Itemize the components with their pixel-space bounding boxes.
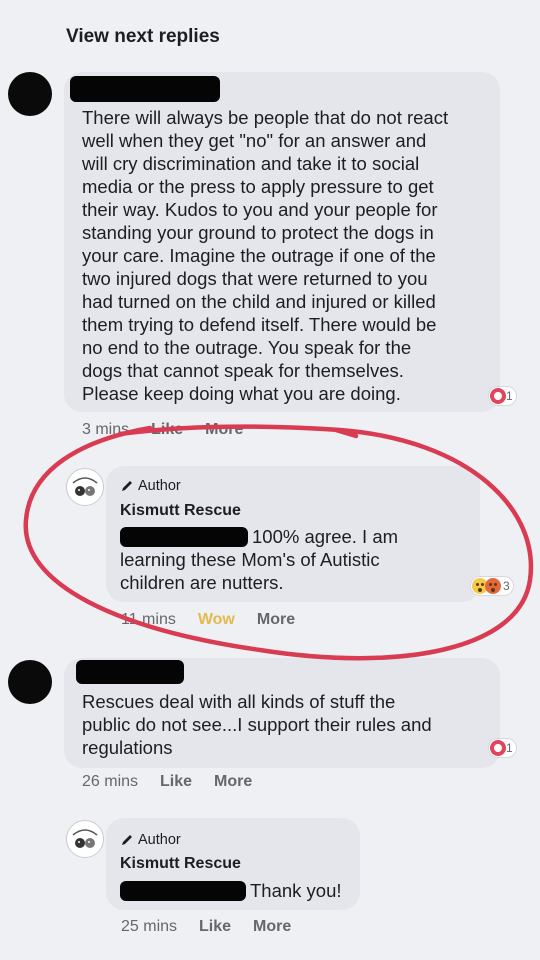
reply-time[interactable]: 11 mins bbox=[121, 611, 176, 629]
comment-line: well when they get "no" for an answer an… bbox=[82, 130, 427, 151]
reply-line: Thank you! bbox=[250, 880, 342, 901]
reply-actions: 25 mins Like More bbox=[121, 918, 291, 936]
love-reaction-icon bbox=[490, 740, 506, 756]
kismutt-avatar[interactable] bbox=[66, 468, 104, 506]
reaction-count: 1 bbox=[506, 741, 513, 755]
reply-time[interactable]: 25 mins bbox=[121, 918, 177, 936]
comment-line: regulations bbox=[82, 737, 173, 758]
dog-logo-icon bbox=[72, 829, 98, 848]
comment-time[interactable]: 3 mins bbox=[82, 421, 129, 439]
love-reaction-icon bbox=[490, 388, 506, 404]
author-label: Author bbox=[138, 478, 181, 494]
pencil-icon bbox=[122, 481, 132, 491]
author-badge: Author bbox=[120, 478, 181, 494]
kismutt-avatar[interactable] bbox=[66, 820, 104, 858]
comment-line: standing your ground to protect the dogs… bbox=[82, 222, 434, 243]
view-next-replies-link[interactable]: View next replies bbox=[66, 26, 220, 48]
author-badge: Author bbox=[120, 832, 181, 848]
comment-line: public do not see...I support their rule… bbox=[82, 714, 432, 735]
author-label: Author bbox=[138, 832, 181, 848]
reply-author-name[interactable]: Kismutt Rescue bbox=[120, 502, 241, 520]
reply-author-name[interactable]: Kismutt Rescue bbox=[120, 855, 241, 873]
comment-actions: 3 mins Like More bbox=[82, 421, 243, 439]
like-button[interactable]: Like bbox=[199, 918, 231, 936]
comment-line: their way. Kudos to you and your people … bbox=[82, 199, 438, 220]
comment-actions: 26 mins Like More bbox=[82, 773, 252, 791]
comment-text: Rescues deal with all kinds of stuff the… bbox=[82, 690, 502, 759]
comment-line: two injured dogs that were returned to y… bbox=[82, 268, 428, 289]
reply-line-with-tag: 100% agree. I am bbox=[120, 525, 470, 548]
reply-line: children are nutters. bbox=[120, 572, 284, 593]
comment-line: will cry discrimination and take it to s… bbox=[82, 153, 420, 174]
more-button[interactable]: More bbox=[205, 421, 243, 439]
reply-line: learning these Mom's of Autistic bbox=[120, 549, 380, 570]
more-button[interactable]: More bbox=[214, 773, 252, 791]
comment-line: no end to the outrage. You speak for the bbox=[82, 337, 412, 358]
reaction-count: 3 bbox=[503, 579, 510, 593]
comment-text: There will always be people that do not … bbox=[82, 106, 502, 405]
reaction-badge[interactable]: 1 bbox=[488, 738, 517, 758]
comment-line: your care. Imagine the outrage if one of… bbox=[82, 245, 436, 266]
wow-reaction-button[interactable]: Wow bbox=[198, 611, 235, 629]
redacted-tag bbox=[120, 526, 248, 547]
redacted-name bbox=[70, 76, 220, 102]
comment-time[interactable]: 26 mins bbox=[82, 773, 138, 791]
comment-line: There will always be people that do not … bbox=[82, 107, 449, 128]
reply-bubble: Author Kismutt Rescue Thank you! bbox=[106, 818, 360, 910]
more-button[interactable]: More bbox=[253, 918, 291, 936]
comment-line: them trying to defend itself. There woul… bbox=[82, 314, 437, 335]
commenter-avatar[interactable] bbox=[8, 660, 52, 704]
like-button[interactable]: Like bbox=[151, 421, 183, 439]
comment-bubble: Rescues deal with all kinds of stuff the… bbox=[64, 658, 500, 768]
reaction-badge[interactable]: 1 bbox=[488, 386, 517, 406]
angry-reaction-icon bbox=[485, 578, 501, 594]
pencil-icon bbox=[122, 835, 132, 845]
reply-text: Thank you! bbox=[120, 879, 342, 902]
comment-line: Please keep doing what you are doing. bbox=[82, 383, 401, 404]
more-button[interactable]: More bbox=[257, 611, 295, 629]
comment-line: Rescues deal with all kinds of stuff the bbox=[82, 691, 396, 712]
like-button[interactable]: Like bbox=[160, 773, 192, 791]
redacted-tag bbox=[120, 880, 246, 901]
reply-text: 100% agree. I am learning these Mom's of… bbox=[120, 525, 470, 594]
reaction-count: 1 bbox=[506, 389, 513, 403]
comment-line: dogs that cannot speak for themselves. bbox=[82, 360, 404, 381]
reply-bubble: Author Kismutt Rescue 100% agree. I am l… bbox=[106, 466, 480, 602]
comment-line: had turned on the child and injured or k… bbox=[82, 291, 436, 312]
reply-line: 100% agree. I am bbox=[252, 526, 399, 547]
reaction-badge[interactable]: 3 bbox=[470, 576, 514, 596]
dog-logo-icon bbox=[72, 477, 98, 496]
reply-actions: 11 mins Wow More bbox=[121, 611, 295, 629]
comment-bubble: There will always be people that do not … bbox=[64, 72, 500, 412]
commenter-avatar[interactable] bbox=[8, 72, 52, 116]
redacted-name bbox=[76, 660, 184, 684]
comment-line: media or the press to apply pressure to … bbox=[82, 176, 434, 197]
